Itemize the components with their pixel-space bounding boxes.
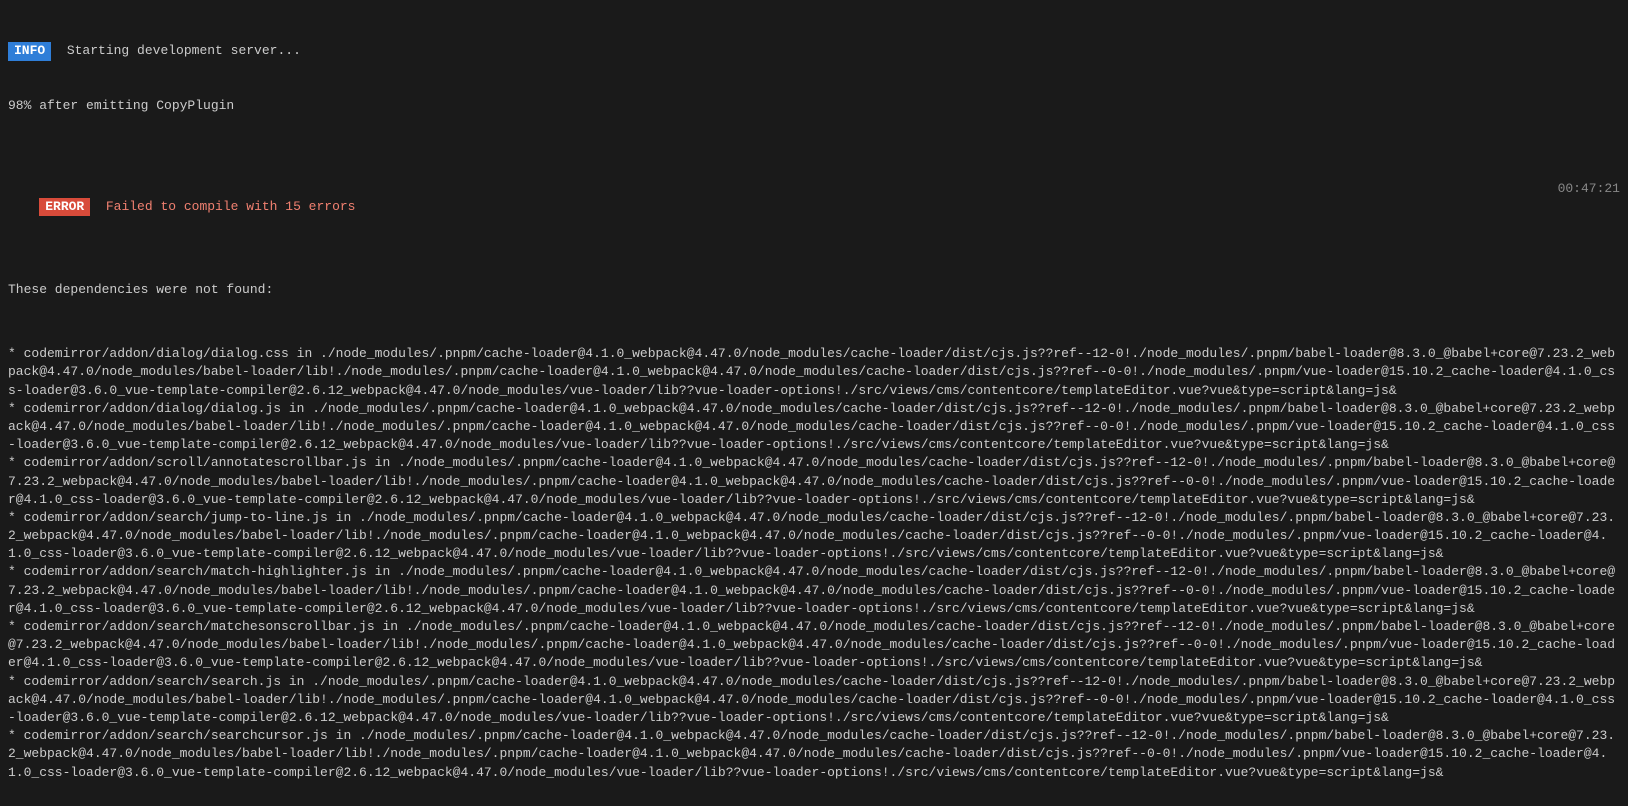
progress-line: 98% after emitting CopyPlugin [8, 97, 1620, 115]
dependency-line: * codemirror/addon/dialog/dialog.js in .… [8, 400, 1620, 455]
error-badge: ERROR [39, 198, 90, 216]
dependency-line: * codemirror/addon/scroll/annotatescroll… [8, 454, 1620, 509]
dependency-line: * codemirror/addon/search/searchcursor.j… [8, 727, 1620, 782]
dependency-line: * codemirror/addon/search/match-highligh… [8, 563, 1620, 618]
info-text: Starting development server... [67, 43, 301, 58]
info-line: INFO Starting development server... [8, 42, 1620, 60]
dependency-line: * codemirror/addon/dialog/dialog.css in … [8, 345, 1620, 400]
dependency-line: * codemirror/addon/search/matchesonscrol… [8, 618, 1620, 673]
deps-header: These dependencies were not found: [8, 281, 1620, 299]
dependency-line: * codemirror/addon/search/search.js in .… [8, 673, 1620, 728]
deps-list: * codemirror/addon/dialog/dialog.css in … [8, 345, 1620, 782]
dependency-line: * codemirror/addon/search/jump-to-line.j… [8, 509, 1620, 564]
error-timestamp: 00:47:21 [1558, 180, 1620, 198]
terminal-output[interactable]: INFO Starting development server... 98% … [0, 0, 1628, 806]
info-badge: INFO [8, 42, 51, 60]
error-text: Failed to compile with 15 errors [106, 199, 356, 214]
